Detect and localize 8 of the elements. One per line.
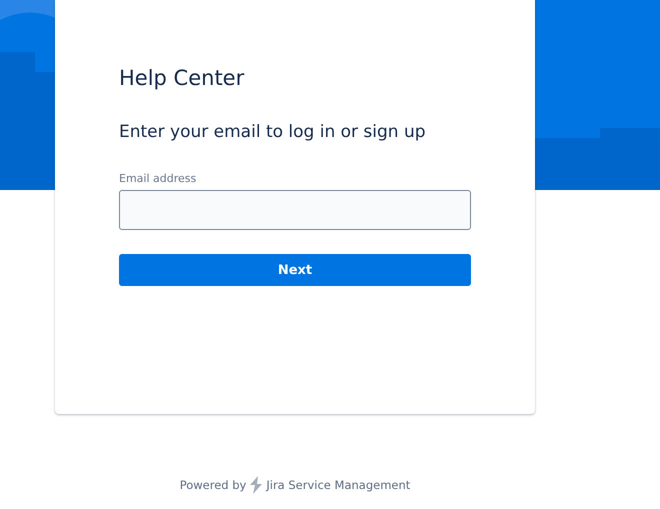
help-center-title: Help Center: [119, 65, 246, 92]
next-button[interactable]: Next: [119, 254, 471, 286]
powered-by-text: Powered by: [180, 478, 246, 492]
login-heading: Enter your email to log in or sign up: [119, 121, 427, 144]
email-input[interactable]: [119, 190, 471, 230]
lightning-icon: [249, 476, 264, 494]
product-name: Jira Service Management: [266, 478, 410, 492]
email-label: Email address: [119, 172, 198, 186]
